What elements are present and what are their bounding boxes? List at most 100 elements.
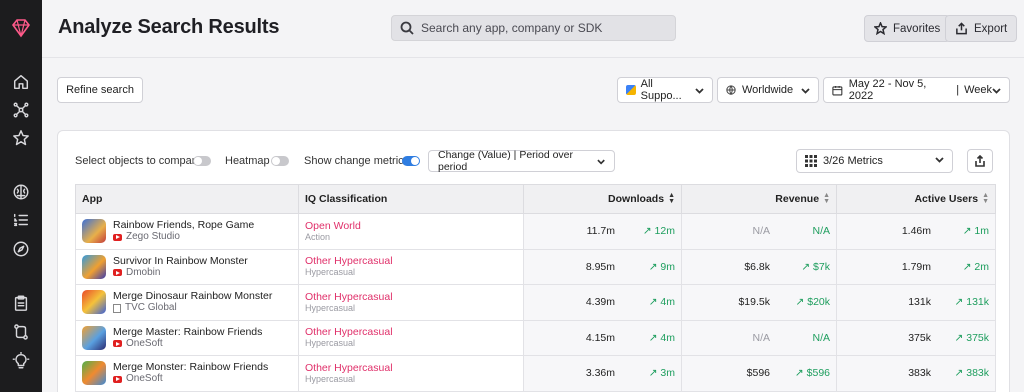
heatmap-label: Heatmap [225,155,270,167]
sort-icon[interactable]: ▲ ▼ [982,192,989,205]
downloads-change: ↗ 3m [648,367,675,380]
iq-subcategory: Hypercasual [305,338,356,349]
list-icon[interactable] [11,210,31,230]
iq-classification[interactable]: Other Hypercasual [305,326,523,338]
iq-subcategory: Hypercasual [305,373,356,384]
app-cell[interactable]: Rainbow Friends, Rope Game Zego Studio [75,213,299,250]
iq-cell: Other Hypercasual Hypercasual [298,319,524,356]
export-button[interactable]: Export [945,15,1018,42]
revenue-change: ↗ $596 [794,367,830,380]
region-value: Worldwide [742,84,794,96]
column-header-downloads[interactable]: Downloads ▲ ▼ [523,184,682,214]
table-row[interactable]: Merge Master: Rainbow Friends OneSoft Ot… [75,319,996,356]
iq-classification[interactable]: Other Hypercasual [305,362,523,374]
app-name[interactable]: Rainbow Friends, Rope Game [113,219,254,231]
app-name[interactable]: Merge Monster: Rainbow Friends [113,361,268,373]
star-icon[interactable] [11,128,31,148]
refine-search-button[interactable]: Refine search [57,77,143,103]
search-placeholder: Search any app, company or SDK [421,21,603,35]
app-store-icon [626,85,636,95]
home-icon[interactable] [11,72,31,92]
clipboard-icon[interactable] [11,293,31,313]
favorites-button[interactable]: Favorites [864,15,951,42]
active-users-cell: 375k ↗ 375k [836,319,996,356]
table-row[interactable]: Rainbow Friends, Rope Game Zego Studio O… [75,213,996,250]
store-dropdown[interactable]: All Suppo... [617,77,713,103]
downloads-change: ↗ 4m [648,296,675,309]
publisher[interactable]: Zego Studio [113,231,254,243]
iq-classification[interactable]: Open World [305,220,523,232]
sort-icon[interactable]: ▲ ▼ [823,192,830,205]
app-name[interactable]: Survivor In Rainbow Monster [113,255,248,267]
publisher[interactable]: OneSoft [113,373,268,385]
compare-label: Select objects to compare [75,155,202,167]
git-compare-icon[interactable] [11,322,31,342]
app-cell[interactable]: Merge Monster: Rainbow Friends OneSoft [75,355,299,392]
app-name[interactable]: Merge Dinosaur Rainbow Monster [113,290,272,302]
table-row[interactable]: Survivor In Rainbow Monster Dmobin Other… [75,248,996,285]
publisher[interactable]: TVC Global [113,302,272,314]
iq-classification[interactable]: Other Hypercasual [305,255,523,267]
sort-desc-icon[interactable]: ▲ ▼ [668,192,675,205]
diamond-logo-icon[interactable] [9,16,33,40]
brain-icon[interactable] [11,182,31,202]
share-button[interactable] [967,149,993,173]
publisher[interactable]: Dmobin [113,267,248,279]
active-users-change: ↗ 375k [954,331,989,344]
iq-cell: Other Hypercasual Hypercasual [298,355,524,392]
active-users-cell: 131k ↗ 131k [836,284,996,321]
calendar-icon [832,85,843,96]
app-cell[interactable]: Merge Master: Rainbow Friends OneSoft [75,319,299,356]
revenue-change: N/A [812,225,830,238]
building-icon [113,303,121,313]
downloads-cell: 3.36m ↗ 3m [523,355,682,392]
active-users-change: ↗ 131k [954,296,989,309]
active-users-value: 1.79m [901,260,931,273]
date-range-dropdown[interactable]: May 22 - Nov 5, 2022 | Week [823,77,1010,103]
column-header-revenue[interactable]: Revenue ▲ ▼ [681,184,837,214]
iq-subcategory: Hypercasual [305,302,356,313]
network-icon[interactable] [11,100,31,120]
publisher[interactable]: OneSoft [113,338,262,350]
column-header-active-users[interactable]: Active Users ▲ ▼ [836,184,996,214]
active-users-value: 383k [908,367,931,380]
revenue-value: N/A [752,331,770,344]
downloads-value: 4.39m [585,296,615,309]
granularity-value: Week [964,84,992,96]
results-table: App IQ Classification Downloads ▲ ▼ Revenu… [75,184,996,392]
page-title: Analyze Search Results [58,16,280,38]
active-users-header-label: Active Users [914,192,979,205]
app-cell[interactable]: Survivor In Rainbow Monster Dmobin [75,248,299,285]
chevron-down-icon [801,86,810,95]
metrics-dropdown[interactable]: 3/26 Metrics [796,149,953,173]
change-metrics-toggle[interactable] [402,156,420,166]
period-dropdown[interactable]: Change (Value) | Period over period [428,149,615,173]
active-users-change: ↗ 383k [954,367,989,380]
grid-icon [805,155,817,167]
iq-cell: Other Hypercasual Hypercasual [298,248,524,285]
revenue-value: $19.5k [738,296,770,309]
search-input[interactable]: Search any app, company or SDK [391,15,676,41]
downloads-value: 8.95m [585,260,615,273]
share-icon [975,155,985,167]
region-dropdown[interactable]: Worldwide [717,77,819,103]
iq-subcategory: Action [305,231,331,242]
publisher-name: TVC Global [125,302,177,314]
table-row[interactable]: Merge Monster: Rainbow Friends OneSoft O… [75,355,996,392]
app-name[interactable]: Merge Master: Rainbow Friends [113,326,262,338]
lightbulb-icon[interactable] [11,351,31,371]
publisher-name: Zego Studio [126,231,180,243]
active-users-cell: 383k ↗ 383k [836,355,996,392]
compass-icon[interactable] [11,239,31,259]
change-metrics-label: Show change metrics [304,155,410,167]
heatmap-toggle[interactable] [271,156,289,166]
app-cell[interactable]: Merge Dinosaur Rainbow Monster TVC Globa… [75,284,299,321]
column-header-app[interactable]: App [75,184,299,214]
column-header-iq[interactable]: IQ Classification [298,184,524,214]
table-row[interactable]: Merge Dinosaur Rainbow Monster TVC Globa… [75,284,996,321]
active-users-change: ↗ 1m [962,225,989,238]
iq-classification[interactable]: Other Hypercasual [305,291,523,303]
period-value: Change (Value) | Period over period [438,149,574,173]
compare-toggle[interactable] [193,156,211,166]
separator: | [956,84,960,96]
